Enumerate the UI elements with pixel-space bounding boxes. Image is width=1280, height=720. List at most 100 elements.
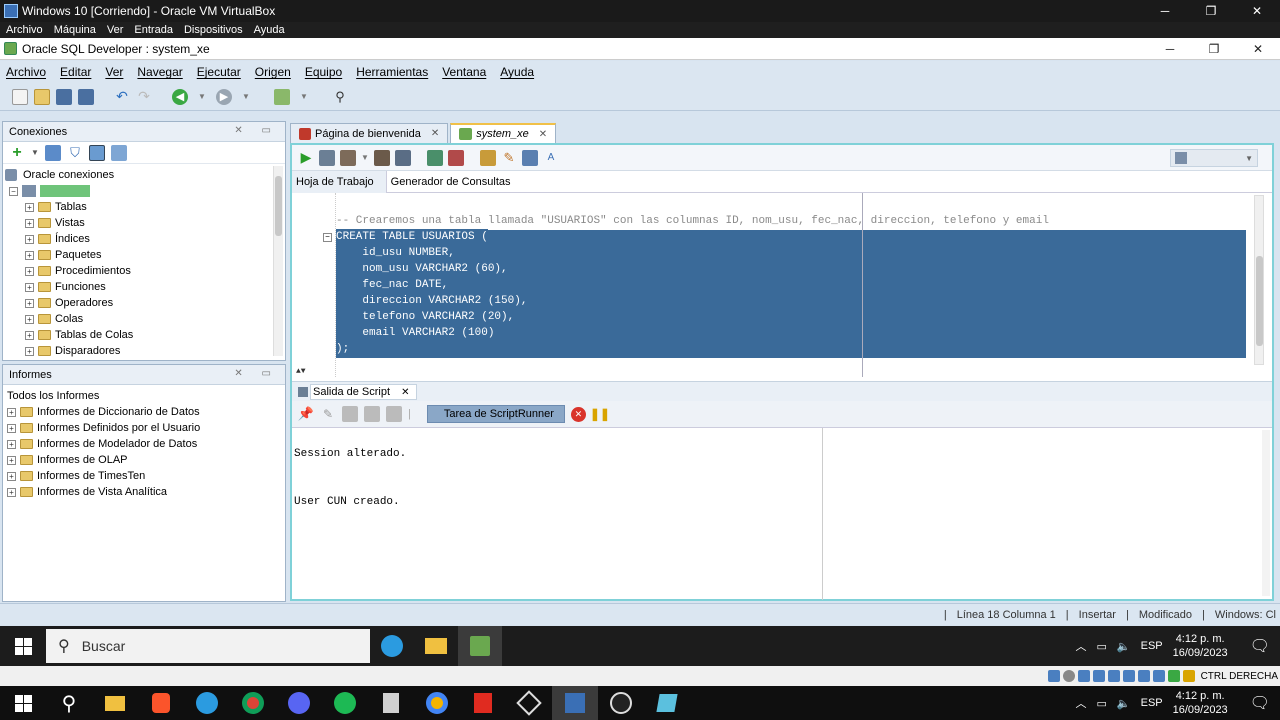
chrome-profile-icon[interactable] [414,686,460,720]
vbox-menu-maquina[interactable]: Máquina [54,24,96,36]
tab-system-xe[interactable]: system_xe ✕ [450,123,557,143]
add-dropdown-icon[interactable]: ▼ [31,145,39,161]
sql-history-icon[interactable] [480,149,496,166]
vbox-menu-ayuda[interactable]: Ayuda [254,24,285,36]
fold-icon[interactable]: − [323,233,332,242]
network-icon[interactable]: ▭ [1097,640,1107,653]
expand-icon[interactable]: + [7,455,16,465]
expand-icon[interactable]: + [25,330,34,340]
usb-icon[interactable] [1107,670,1120,682]
tree-item-indices[interactable]: + Índices [5,231,285,247]
expand-icon[interactable]: + [25,266,34,276]
host-start-icon[interactable] [0,686,46,720]
host-explorer-icon[interactable] [92,686,138,720]
disk-icon[interactable] [1047,670,1060,682]
vt-x-icon[interactable] [1167,670,1180,682]
clear-icon[interactable] [448,149,464,166]
runner-task-tab[interactable]: Tarea de ScriptRunner [426,405,565,423]
tuning-icon[interactable] [522,149,538,166]
eraser-icon[interactable]: ✎ [501,150,517,166]
save-all-icon[interactable] [78,88,94,105]
close-tab-icon[interactable]: ✕ [539,129,547,140]
report-item[interactable]: + Informes de TimesTen [7,468,285,484]
menu-equipo[interactable]: Equipo [305,65,342,79]
expand-icon[interactable]: + [25,346,34,356]
menu-archivo[interactable]: Archivo [6,65,46,79]
tab-hoja-de-trabajo[interactable]: Hoja de Trabajo [292,170,387,193]
expand-icon[interactable]: + [25,298,34,308]
schema-browser-icon[interactable] [89,144,105,161]
windows-start-icon[interactable] [0,626,46,666]
tree-item-operadores[interactable]: + Operadores [5,295,285,311]
connection-selector[interactable]: ▼ [1170,149,1258,167]
migration-dropdown-icon[interactable]: ▼ [296,89,312,105]
expand-icon[interactable]: + [7,407,16,417]
tree-item-tablas[interactable]: + Tablas [5,199,285,215]
spotify-icon[interactable] [322,686,368,720]
expand-icon[interactable]: + [7,423,16,433]
panel-controls[interactable]: ✕ ▭ [234,125,279,136]
edge-icon[interactable] [370,626,414,666]
tree-item-vistas[interactable]: + Vistas [5,215,285,231]
taskbar-search[interactable]: ⚲ Buscar [46,629,370,663]
host-network-icon[interactable]: ▭ [1097,697,1107,710]
host-language-indicator[interactable]: ESP [1141,697,1163,709]
autotrace-icon[interactable] [427,149,443,166]
add-connection-icon[interactable]: + [9,144,25,161]
pin-icon[interactable]: 📌 [298,406,314,422]
save-output-icon[interactable] [342,406,358,422]
forward-icon[interactable]: ▶ [216,88,232,105]
tree-item-tablas-de-colas[interactable]: + Tablas de Colas [5,327,285,343]
expand-icon[interactable]: + [25,250,34,260]
host-clock[interactable]: 4:12 p. m. 16/09/2023 [1173,689,1228,717]
binoculars-icon[interactable]: ⚲ [332,89,348,105]
run-statement-icon[interactable]: ▶ [298,149,314,166]
tree-item-funciones[interactable]: + Funciones [5,279,285,295]
commit-icon[interactable] [340,149,356,166]
save-icon[interactable] [56,88,72,105]
report-item[interactable]: + Informes de Modelador de Datos [7,436,285,452]
connection-node[interactable]: − [5,183,285,199]
tree-item-colas[interactable]: + Colas [5,311,285,327]
format-icon[interactable]: A [543,150,559,166]
close-tab-icon[interactable]: ✕ [401,387,409,398]
language-indicator[interactable]: ESP [1141,640,1163,652]
vbox-maximize-button[interactable]: ❐ [1188,0,1234,22]
commit-dropdown-icon[interactable]: ▼ [361,150,369,166]
report-item[interactable]: + Informes de Diccionario de Datos [7,404,285,420]
menu-ventana[interactable]: Ventana [442,65,486,79]
tray-chevron-icon[interactable]: ︿ [1076,638,1087,654]
undo-icon[interactable]: ↶ [114,88,130,105]
tree-root[interactable]: Oracle conexiones [5,167,285,183]
recording-icon[interactable] [1152,670,1165,682]
print-icon[interactable] [364,406,380,422]
output-scrollbar[interactable] [1262,430,1270,596]
forward-dropdown-icon[interactable]: ▼ [238,89,254,105]
expand-icon[interactable]: + [7,487,16,497]
file-explorer-icon[interactable] [414,626,458,666]
menu-herramientas[interactable]: Herramientas [356,65,428,79]
app-restore-button[interactable]: ❐ [1192,38,1236,60]
expand-icon[interactable]: + [7,439,16,449]
close-tab-icon[interactable]: ✕ [431,128,439,139]
menu-ejecutar[interactable]: Ejecutar [197,65,241,79]
menu-navegar[interactable]: Navegar [137,65,182,79]
host-volume-icon[interactable]: 🔈 [1117,697,1131,710]
audio-icon[interactable] [1077,670,1090,682]
host-notifications-icon[interactable]: 🗨 [1250,693,1270,713]
code-editor[interactable]: − -- Crearemos una tabla llamada "USUARI… [292,193,1272,377]
host-search-icon[interactable]: ⚲ [46,686,92,720]
obs-icon[interactable] [598,686,644,720]
editor-scrollbar[interactable] [1254,195,1264,365]
3d-viewer-icon[interactable] [506,686,552,720]
script-output[interactable]: Session alterado. User CUN creado. [292,427,1272,600]
tab-welcome[interactable]: Página de bienvenida ✕ [290,123,449,143]
refresh-icon[interactable] [45,144,61,161]
acrobat-icon[interactable] [460,686,506,720]
filter-icon[interactable]: ⛉ [67,145,83,161]
report-item[interactable]: + Informes de OLAP [7,452,285,468]
chrome-icon[interactable] [230,686,276,720]
menu-origen[interactable]: Origen [255,65,291,79]
notes-icon[interactable] [644,686,690,720]
tab-generador-de-consultas[interactable]: Generador de Consultas [387,176,523,188]
